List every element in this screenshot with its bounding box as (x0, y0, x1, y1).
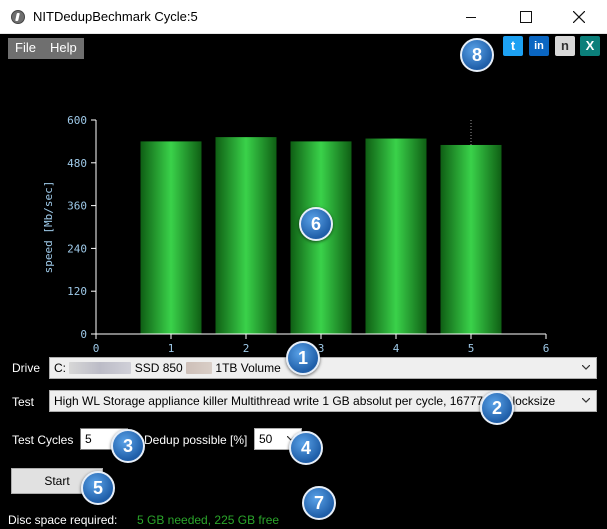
dedup-value: 50 (259, 432, 273, 446)
drive-model: SSD 850 (134, 361, 183, 375)
drive-select[interactable]: C: SSD 850 1TB Volume (49, 357, 597, 379)
callout-badge-8: 8 (460, 38, 494, 72)
y-tick-label: 360 (67, 200, 87, 213)
bar (215, 137, 277, 334)
menu-file[interactable]: File (8, 38, 43, 59)
chevron-down-icon (582, 365, 590, 370)
disc-space-value: 5 GB needed, 225 GB free (137, 513, 280, 527)
y-tick-label: 0 (80, 328, 87, 341)
bar (365, 138, 427, 334)
x-tick-label: 0 (93, 342, 100, 354)
y-tick-label: 480 (67, 157, 87, 170)
x-tick-label: 4 (393, 342, 400, 354)
linkedin-icon[interactable]: in (529, 36, 549, 56)
callout-badge-6: 6 (299, 207, 333, 241)
dedup-label: Dedup possible [%] (144, 433, 248, 447)
x-tick-label: 2 (243, 342, 250, 354)
callout-badge-4: 4 (289, 431, 323, 465)
bar (140, 141, 202, 334)
app-icon (11, 10, 25, 24)
drive-prefix: C: (54, 361, 66, 375)
test-cycles-label: Test Cycles (12, 433, 74, 447)
drive-size: 1TB Volume (215, 361, 281, 375)
redacted-block (69, 362, 132, 374)
y-tick-label: 600 (67, 114, 87, 127)
bar (440, 144, 502, 334)
redacted-block (186, 362, 213, 374)
title-bar: NITDedupBechmark Cycle:5 (0, 0, 607, 34)
disc-space-label: Disc space required: (8, 513, 118, 527)
drive-label: Drive (12, 361, 41, 375)
test-label: Test (12, 395, 35, 409)
menu-help[interactable]: Help (43, 38, 84, 59)
callout-badge-2: 2 (480, 391, 514, 425)
callout-badge-5: 5 (81, 471, 115, 505)
maximize-button[interactable] (503, 0, 549, 34)
close-button[interactable] (556, 0, 602, 34)
window-title: NITDedupBechmark Cycle:5 (33, 9, 198, 24)
chevron-down-icon (582, 398, 590, 403)
x-tick-label: 6 (543, 342, 550, 354)
menu-bar: File Help (8, 38, 84, 59)
close-icon (573, 11, 585, 23)
main-panel: File Help t in n X 0 120 240 360 480 600 0 1 2 3 4… (0, 34, 607, 529)
x-tick-label: 5 (468, 342, 475, 354)
test-select[interactable]: High WL Storage appliance killer Multith… (49, 390, 597, 412)
xing-icon[interactable]: X (580, 36, 600, 56)
y-tick-label: 120 (67, 285, 87, 298)
callout-badge-3: 3 (111, 429, 145, 463)
minimize-button[interactable] (448, 0, 494, 34)
twitter-icon[interactable]: t (503, 36, 523, 56)
callout-badge-1: 1 (286, 341, 320, 375)
x-tick-label: 1 (168, 342, 175, 354)
y-tick-label: 240 (67, 242, 87, 255)
y-axis-title: speed [Mb/sec] (42, 181, 55, 274)
nit-logo-icon[interactable]: n (555, 36, 575, 56)
callout-badge-7: 7 (302, 486, 336, 520)
